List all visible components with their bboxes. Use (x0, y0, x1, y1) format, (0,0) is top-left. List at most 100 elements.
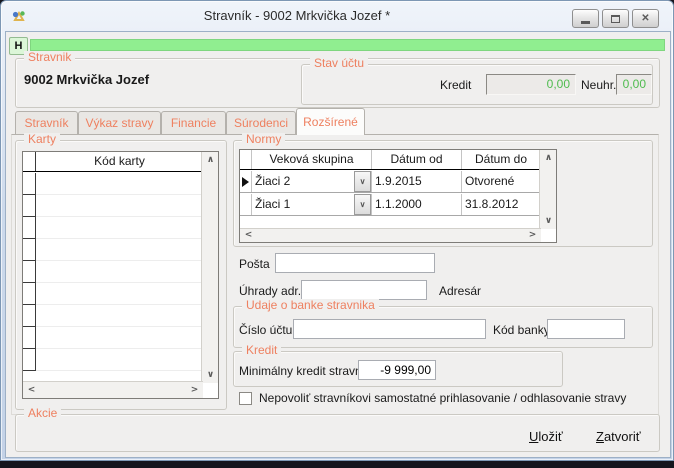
scroll-down-icon[interactable]: ∨ (540, 213, 557, 229)
adresar-label[interactable]: Adresár (439, 284, 481, 298)
row-selector (23, 327, 36, 349)
titlebar[interactable]: Stravník - 9002 Mrkvička Jozef * ✕ (1, 1, 673, 31)
kod-banky-input[interactable] (547, 319, 625, 339)
nepovolit-checkbox-label[interactable]: Nepovoliť stravníkovi samostatné prihlas… (259, 391, 626, 405)
karty-table-header: Kód karty (23, 152, 203, 172)
vekova-skupina-column-header: Veková skupina (252, 150, 372, 169)
chevron-down-icon: ∨ (360, 200, 366, 209)
posta-input[interactable] (275, 253, 435, 273)
table-row[interactable]: Žiaci 1 ∨ 1.1.2000 31.8.2012 (240, 194, 541, 216)
tab-surodenci[interactable]: Súrodenci (226, 111, 296, 134)
posta-label: Pošta (239, 257, 270, 271)
row-selector (23, 239, 36, 261)
scroll-down-icon[interactable]: ∨ (202, 367, 219, 383)
tab-vykaz-stravy[interactable]: Výkaz stravy (78, 111, 161, 134)
kod-karty-cell (36, 173, 203, 195)
kredit-label: Kredit (440, 78, 471, 92)
window-controls: ✕ (572, 9, 659, 28)
normy-table-header: Veková skupina Dátum od Dátum do (240, 150, 541, 170)
row-selector-header (240, 150, 252, 169)
min-kredit-label: Minimálny kredit stravníka (239, 364, 378, 378)
nepovolit-checkbox[interactable] (239, 392, 252, 405)
table-row[interactable] (23, 349, 203, 371)
kod-karty-column-header: Kód karty (36, 152, 203, 171)
dropdown-button[interactable]: ∨ (354, 194, 371, 215)
kredit-value-field: 0,00 (486, 74, 576, 95)
table-row[interactable]: Žiaci 2 ∨ 1.9.2015 Otvorené (240, 171, 541, 193)
maximize-icon (611, 15, 620, 23)
akcie-group-label: Akcie (24, 407, 61, 420)
neuhr-label: Neuhr. (581, 78, 616, 92)
kod-karty-cell (36, 327, 203, 349)
karty-rows[interactable] (23, 173, 203, 381)
save-button-label: ložiť (538, 429, 562, 444)
vekova-skupina-cell[interactable]: Žiaci 2 ∨ (252, 171, 372, 192)
table-row[interactable] (23, 305, 203, 327)
karty-table[interactable]: Kód karty ∧ ∨ < > (22, 151, 219, 399)
row-selector (23, 261, 36, 283)
close-window-button[interactable]: Zatvoriť (596, 429, 641, 444)
vekova-skupina-cell[interactable]: Žiaci 1 ∨ (252, 194, 372, 215)
scroll-up-icon[interactable]: ∧ (540, 150, 557, 166)
close-button-label: atvoriť (604, 429, 641, 444)
table-row[interactable] (23, 173, 203, 195)
cislo-uctu-input[interactable] (293, 319, 486, 339)
close-button-mnemonic: Z (596, 429, 604, 444)
min-kredit-input[interactable] (358, 360, 436, 380)
save-button[interactable]: Uložiť (529, 429, 563, 444)
row-selector (23, 349, 36, 371)
vekova-skupina-value: Žiaci 1 (252, 194, 354, 215)
save-button-mnemonic: U (529, 429, 538, 444)
scroll-left-icon[interactable]: < (23, 382, 40, 398)
karty-group-label: Karty (24, 133, 60, 146)
table-row[interactable] (23, 327, 203, 349)
banka-group-label: Udaje o banke stravnika (242, 299, 379, 312)
kod-karty-cell (36, 195, 203, 217)
normy-vertical-scrollbar[interactable]: ∧ ∨ (539, 150, 556, 229)
scroll-up-icon[interactable]: ∧ (202, 152, 219, 168)
close-button[interactable]: ✕ (632, 9, 659, 28)
table-row[interactable] (23, 217, 203, 239)
vekova-skupina-value: Žiaci 2 (252, 171, 354, 192)
scroll-right-icon[interactable]: > (186, 382, 203, 398)
uhrady-adr-input[interactable] (301, 280, 427, 300)
datum-od-cell[interactable]: 1.9.2015 (372, 171, 462, 192)
maximize-button[interactable] (602, 9, 629, 28)
table-row[interactable] (23, 261, 203, 283)
kod-karty-cell (36, 349, 203, 371)
datum-od-cell[interactable]: 1.1.2000 (372, 194, 462, 215)
chevron-down-icon: ∨ (360, 177, 366, 186)
app-window: Stravník - 9002 Mrkvička Jozef * ✕ H Str… (0, 0, 674, 461)
kod-karty-cell (36, 305, 203, 327)
kredit-group-label: Kredit (242, 344, 281, 357)
datum-do-cell[interactable]: Otvorené (462, 171, 541, 192)
kod-karty-cell (36, 283, 203, 305)
status-progress-bar (30, 39, 665, 51)
table-row[interactable] (23, 239, 203, 261)
datum-od-column-header: Dátum od (372, 150, 462, 169)
row-selector (23, 217, 36, 239)
stravnik-group-label: Stravnik (24, 51, 75, 64)
window-title: Stravník - 9002 Mrkvička Jozef * (41, 8, 553, 23)
kod-karty-cell (36, 217, 203, 239)
tab-rozsirene[interactable]: Rozšírené (296, 108, 365, 135)
akcie-group: Akcie (15, 414, 660, 452)
stav-uctu-group: Stav účtu Kredit 0,00 Neuhr. 0,00 (301, 64, 653, 105)
scroll-right-icon[interactable]: > (524, 229, 541, 242)
kod-karty-cell (36, 261, 203, 283)
tab-financie[interactable]: Financie (161, 111, 226, 134)
minimize-button[interactable] (572, 9, 599, 28)
row-selector (240, 194, 252, 215)
tab-stravnik[interactable]: Stravník (15, 111, 78, 134)
karty-vertical-scrollbar[interactable]: ∧ ∨ (201, 152, 218, 383)
datum-do-cell[interactable]: 31.8.2012 (462, 194, 541, 215)
table-row[interactable] (23, 195, 203, 217)
normy-table[interactable]: Veková skupina Dátum od Dátum do Žiaci 2… (239, 149, 557, 243)
table-row[interactable] (23, 283, 203, 305)
karty-horizontal-scrollbar[interactable]: < > (23, 381, 203, 398)
row-selector (23, 283, 36, 305)
normy-horizontal-scrollbar[interactable]: < > (240, 228, 541, 242)
diner-name: 9002 Mrkvička Jozef (24, 72, 149, 87)
scroll-left-icon[interactable]: < (240, 229, 257, 242)
dropdown-button[interactable]: ∨ (354, 171, 371, 192)
